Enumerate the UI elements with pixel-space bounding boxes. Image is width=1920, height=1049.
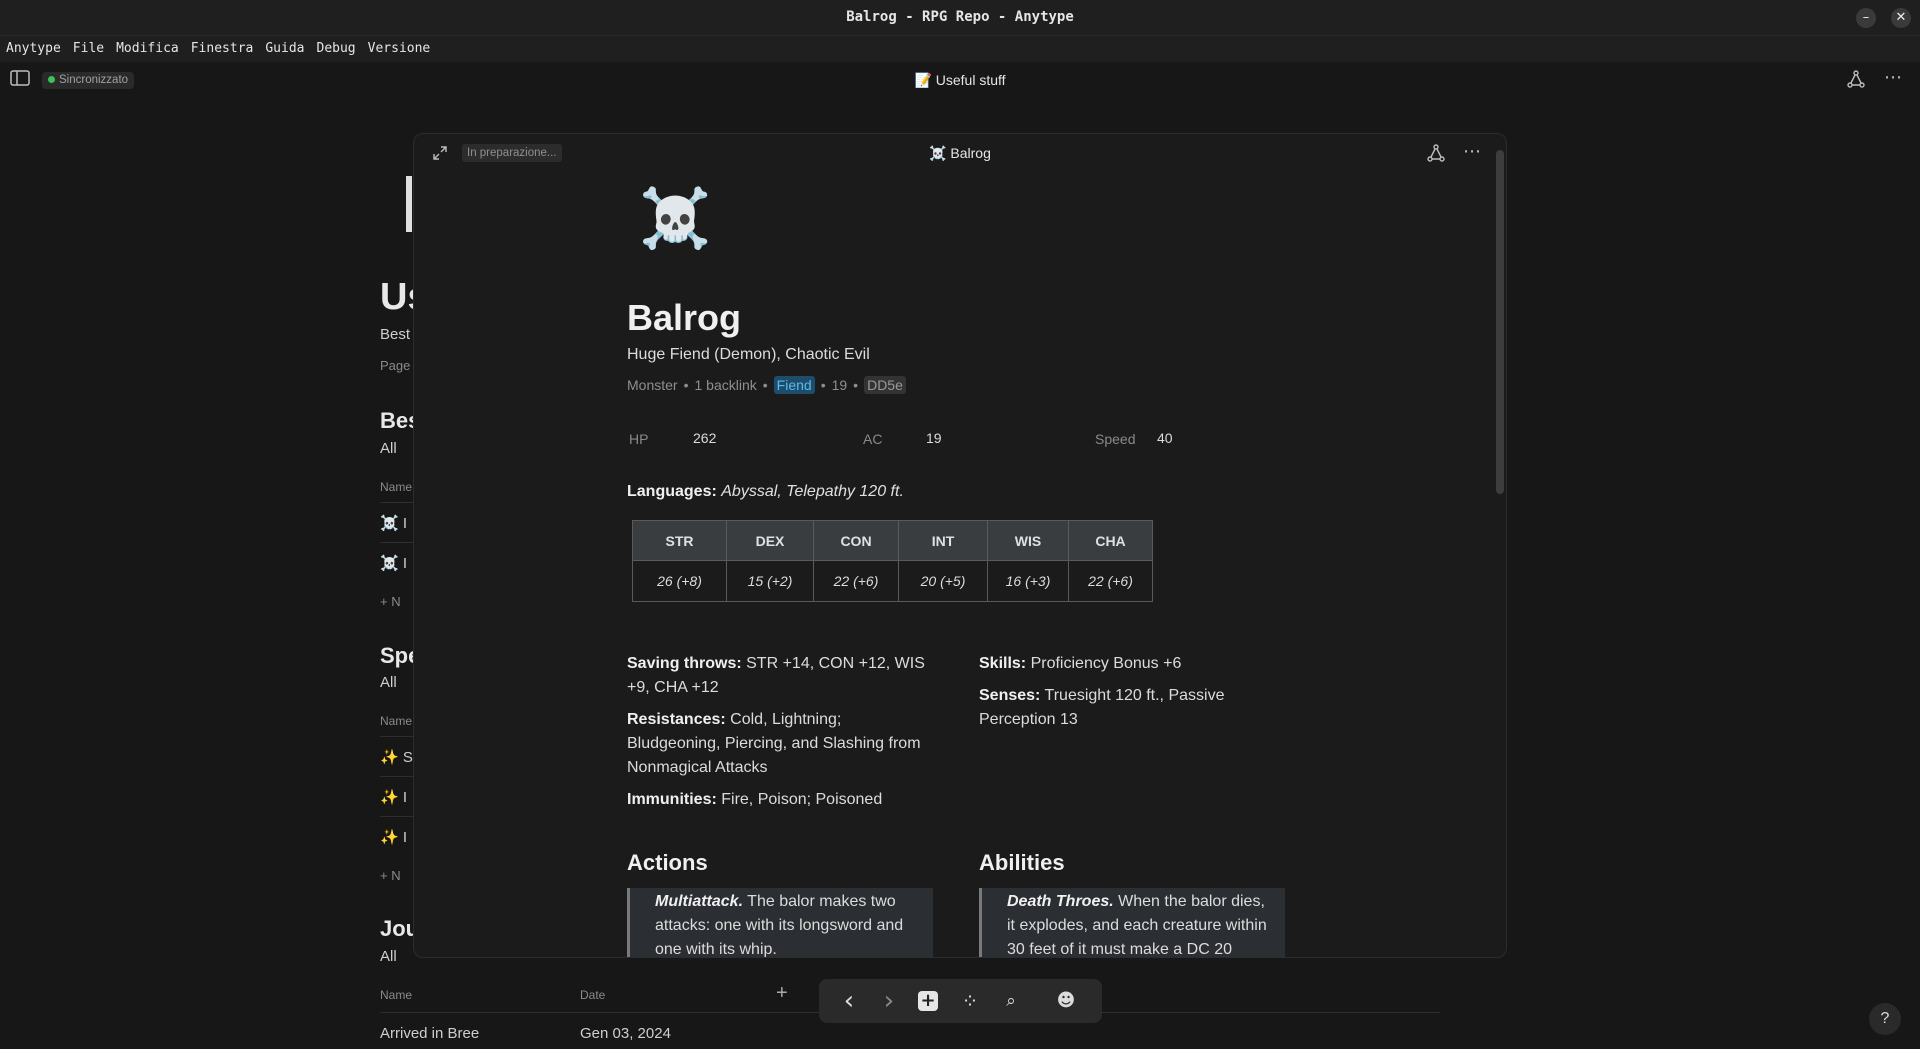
- table-row: 26 (+8) 15 (+2) 22 (+6) 20 (+5) 16 (+3) …: [632, 560, 1153, 602]
- page-title[interactable]: 📝 Useful stuff: [0, 72, 1920, 89]
- more-options-icon[interactable]: ⋯: [1884, 67, 1902, 88]
- bg-column-header: Name: [380, 480, 413, 494]
- table-cell[interactable]: 15 (+2): [726, 560, 814, 602]
- senses-text[interactable]: Senses: Truesight 120 ft., Passive Perce…: [979, 684, 1289, 732]
- bg-column-header: Name: [380, 988, 413, 1002]
- menu-anytype[interactable]: Anytype: [0, 36, 67, 56]
- languages-line: Languages: Abyssal, Telepathy 120 ft.: [627, 483, 904, 500]
- table-cell[interactable]: 16 (+3): [987, 560, 1069, 602]
- list-item[interactable]: ✨ S: [380, 748, 413, 766]
- help-button[interactable]: ?: [1869, 1003, 1901, 1035]
- bg-filter-tab[interactable]: All: [380, 674, 397, 691]
- object-modal: In preparazione... ☠️ Balrog ⋯ ☠️ Balrog…: [413, 133, 1507, 958]
- tag-fiend[interactable]: Fiend: [773, 376, 815, 394]
- list-item[interactable]: ✨ I: [380, 788, 407, 806]
- object-type[interactable]: Monster: [627, 377, 678, 393]
- graph-icon[interactable]: [1427, 144, 1445, 166]
- table-header: STR: [632, 520, 727, 561]
- scrollbar[interactable]: [1496, 150, 1504, 494]
- table-cell[interactable]: 22 (+6): [813, 560, 899, 602]
- bg-new-button[interactable]: + N: [380, 594, 401, 609]
- cover-image: [406, 176, 412, 232]
- journal-row-date: Gen 03, 2024: [580, 1025, 671, 1042]
- menu-finestra[interactable]: Finestra: [185, 36, 260, 56]
- resistances-text[interactable]: Resistances: Cold, Lightning; Bludgeonin…: [627, 708, 937, 780]
- menu-versione[interactable]: Versione: [362, 36, 437, 56]
- back-button[interactable]: ‹: [837, 988, 861, 1014]
- add-object-button[interactable]: +: [918, 991, 938, 1011]
- list-item[interactable]: ✨ I: [380, 828, 407, 846]
- table-header: CON: [813, 520, 899, 561]
- list-item[interactable]: ☠️ I: [380, 514, 407, 532]
- bg-date-header: Date: [580, 988, 606, 1002]
- table-cell[interactable]: 26 (+8): [632, 560, 727, 602]
- object-title[interactable]: Balrog: [627, 297, 741, 339]
- table-cell[interactable]: 22 (+6): [1068, 560, 1153, 602]
- list-item[interactable]: ☠️ I: [380, 554, 407, 572]
- relation-hp[interactable]: HP 262: [629, 430, 716, 447]
- object-description[interactable]: Huge Fiend (Demon), Chaotic Evil: [627, 346, 870, 364]
- object-meta: Monster • 1 backlink • Fiend • 19 • DD5e: [627, 376, 906, 394]
- immunities-text[interactable]: Immunities: Fire, Poison; Poisoned: [627, 788, 937, 812]
- graph-view-icon[interactable]: ⁘: [958, 989, 982, 1013]
- skills-text[interactable]: Skills: Proficiency Bonus +6: [979, 652, 1289, 676]
- search-icon[interactable]: ⌕: [999, 989, 1023, 1013]
- actions-heading[interactable]: Actions: [627, 850, 708, 876]
- abilities-heading[interactable]: Abilities: [979, 850, 1065, 876]
- graph-icon[interactable]: [1847, 70, 1865, 92]
- table-header: WIS: [987, 520, 1069, 561]
- modal-header: In preparazione... ☠️ Balrog ⋯: [414, 134, 1506, 174]
- add-column-icon[interactable]: +: [776, 982, 788, 1005]
- table-header-row: STR DEX CON INT WIS CHA: [632, 520, 1153, 561]
- minimize-button[interactable]: –: [1856, 8, 1876, 28]
- profile-avatar[interactable]: ☻: [1054, 989, 1078, 1013]
- tag-source[interactable]: DD5e: [864, 376, 906, 394]
- multiattack-callout[interactable]: Multiattack. The balor makes two attacks…: [627, 888, 933, 957]
- left-column: Saving throws: STR +14, CON +12, WIS +9,…: [627, 652, 937, 820]
- menu-guida[interactable]: Guida: [259, 36, 310, 56]
- menu-debug[interactable]: Debug: [311, 36, 362, 56]
- bottom-navigation: ‹ › + ⁘ ⌕ ☻: [819, 979, 1102, 1023]
- backlinks-count[interactable]: 1 backlink: [694, 377, 756, 393]
- more-options-icon[interactable]: ⋯: [1463, 141, 1481, 162]
- journal-row-name[interactable]: Arrived in Bree: [380, 1025, 479, 1042]
- menu-bar: Anytype File Modifica Finestra Guida Debug Ver…: [0, 36, 1920, 62]
- bg-page-meta: Page: [380, 358, 411, 373]
- bg-filter-tab[interactable]: All: [380, 440, 397, 457]
- header-bar: Sincronizzato 📝 Useful stuff ⋯: [0, 62, 1920, 98]
- close-button[interactable]: ✕: [1891, 8, 1911, 28]
- menu-modifica[interactable]: Modifica: [110, 36, 185, 56]
- title-bar: Balrog - RPG Repo - Anytype – ✕: [0, 0, 1920, 36]
- skull-crossbones-icon[interactable]: ☠️: [639, 184, 711, 253]
- saving-throws-text[interactable]: Saving throws: STR +14, CON +12, WIS +9,…: [627, 652, 937, 700]
- ability-scores-table: STR DEX CON INT WIS CHA 26 (+8) 15 (+2) …: [632, 520, 1153, 602]
- bg-new-button[interactable]: + N: [380, 868, 401, 883]
- bg-column-header: Name: [380, 714, 413, 728]
- window-title: Balrog - RPG Repo - Anytype: [846, 9, 1074, 25]
- relation-ac[interactable]: AC 19: [863, 430, 942, 447]
- relation-speed[interactable]: Speed 40: [1095, 430, 1173, 447]
- meta-number: 19: [831, 377, 848, 393]
- right-column: Skills: Proficiency Bonus +6 Senses: Tru…: [979, 652, 1289, 740]
- table-header: DEX: [726, 520, 814, 561]
- table-cell[interactable]: 20 (+5): [898, 560, 988, 602]
- bg-filter-tab[interactable]: All: [380, 948, 397, 965]
- table-header: CHA: [1068, 520, 1153, 561]
- table-header: INT: [898, 520, 988, 561]
- death-throes-callout[interactable]: Death Throes. When the balor dies, it ex…: [979, 888, 1285, 957]
- forward-button[interactable]: ›: [877, 988, 901, 1014]
- bg-page-subtitle: Best: [380, 326, 411, 343]
- modal-title[interactable]: ☠️ Balrog: [414, 145, 1506, 162]
- menu-file[interactable]: File: [67, 36, 110, 56]
